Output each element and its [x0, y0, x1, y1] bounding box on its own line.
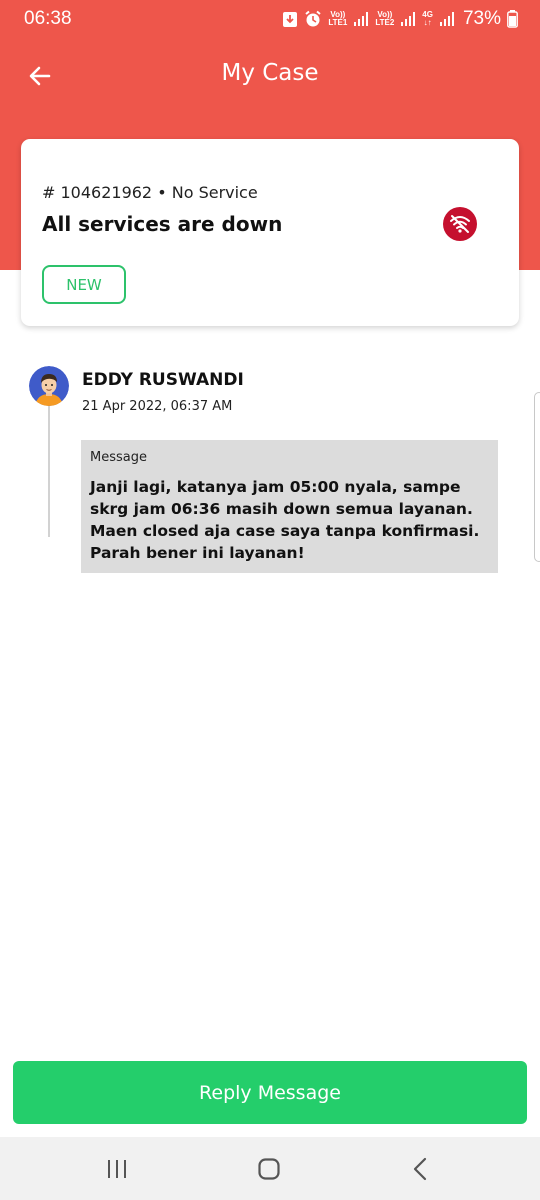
battery-percentage: 73% [462, 8, 501, 29]
case-meta: # 104621962 • No Service [42, 183, 258, 202]
back-chevron-icon [413, 1157, 427, 1181]
signal-icon-2 [400, 11, 416, 27]
case-title: All services are down [42, 212, 283, 236]
network-sim1: Vo)) LTE1 [328, 11, 347, 27]
network1-bottom-label: LTE1 [328, 18, 348, 27]
recent-apps-button[interactable] [97, 1153, 137, 1185]
system-nav-bar [0, 1137, 540, 1200]
network-type: 4G ↓↑ [422, 10, 433, 27]
message-label: Message [90, 450, 147, 465]
recent-apps-icon [108, 1160, 126, 1178]
alarm-icon [304, 10, 322, 28]
message-date: 21 Apr 2022, 06:37 AM [82, 399, 233, 414]
message-box: Message Janji lagi, katanya jam 05:00 ny… [81, 440, 498, 573]
network2-bottom-label: LTE2 [375, 18, 395, 27]
edge-panel-handle[interactable] [534, 392, 540, 562]
reply-message-button[interactable]: Reply Message [13, 1061, 527, 1124]
signal-icon-3 [439, 11, 455, 27]
sender-name: EDDY RUSWANDI [82, 370, 244, 390]
case-card: # 104621962 • No Service All services ar… [21, 139, 519, 326]
status-badge: NEW [42, 265, 126, 304]
network-type-label: 4G [422, 10, 433, 19]
status-icons: Vo)) LTE1 Vo)) LTE2 4G ↓↑ 73% [282, 8, 518, 30]
status-time: 06:38 [24, 8, 72, 29]
timeline-line [48, 404, 50, 537]
page-title: My Case [221, 60, 319, 86]
battery-icon [507, 10, 518, 28]
download-notification-icon [282, 10, 298, 28]
status-bar: 06:38 Vo)) LTE1 Vo)) LTE2 4G ↓↑ 73% [0, 0, 540, 42]
wifi-off-icon [450, 215, 470, 233]
app-bar: My Case [0, 52, 540, 100]
home-button[interactable] [249, 1153, 289, 1185]
back-nav-button[interactable] [400, 1153, 440, 1185]
signal-icon-1 [353, 11, 369, 27]
home-icon [258, 1158, 280, 1180]
avatar [29, 366, 69, 406]
network-sim2: Vo)) LTE2 [375, 11, 394, 27]
message-text: Janji lagi, katanya jam 05:00 nyala, sam… [90, 478, 480, 562]
no-service-status [443, 207, 477, 241]
